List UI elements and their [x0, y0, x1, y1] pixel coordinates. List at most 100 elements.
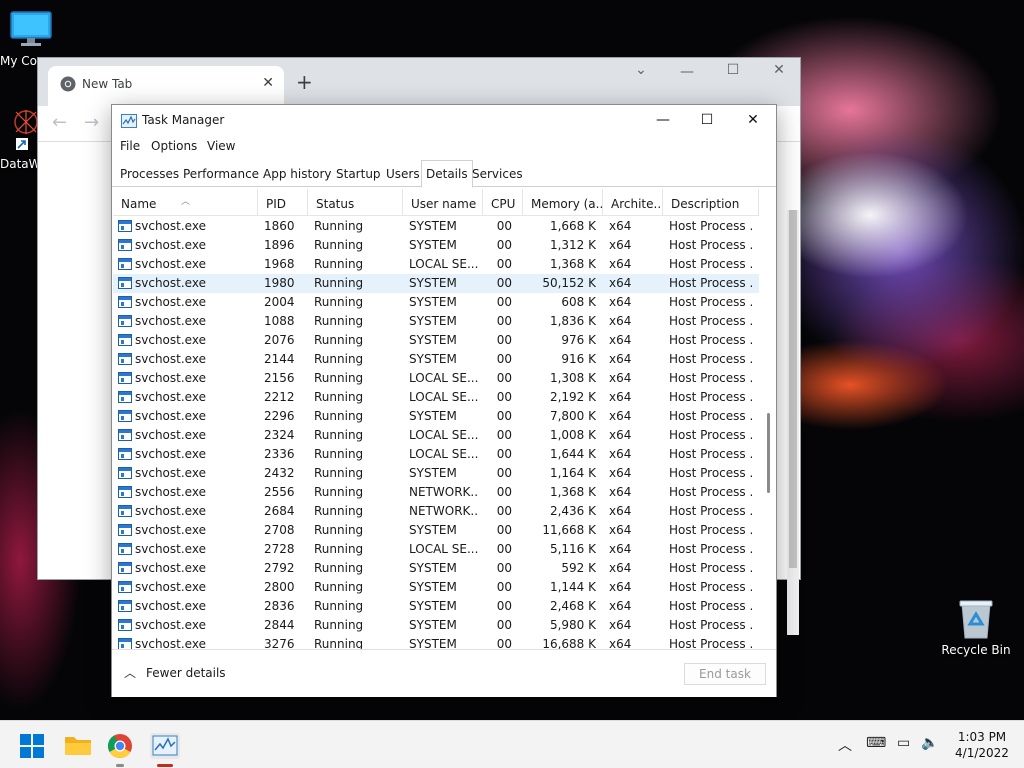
table-row[interactable]: svchost.exe 2800 Running SYSTEM 00 1,144 K x64… — [113, 578, 759, 597]
tab-details[interactable]: Details — [421, 160, 473, 188]
cell-name: svchost.exe — [135, 542, 206, 556]
fewer-details-link[interactable]: Fewer details — [146, 666, 226, 680]
task-manager-icon — [121, 114, 137, 131]
task-manager-titlebar[interactable]: Task Manager — ☐ ✕ — [112, 105, 776, 137]
table-row[interactable]: svchost.exe 2708 Running SYSTEM 00 11,668 K x6… — [113, 521, 759, 540]
menu-view[interactable]: View — [207, 139, 235, 153]
cell-cpu: 00 — [496, 238, 512, 252]
cell-pid: 2004 — [264, 295, 295, 309]
table-row[interactable]: svchost.exe 2144 Running SYSTEM 00 916 K x64 Ho… — [113, 350, 759, 369]
column-header-cpu[interactable]: CPU — [483, 189, 523, 216]
chrome-taskbar-icon[interactable] — [107, 733, 135, 761]
task-manager-taskbar-icon[interactable] — [150, 733, 180, 759]
tab-processes[interactable]: Processes — [116, 163, 183, 187]
chevron-up-icon[interactable]: ︿ — [124, 664, 136, 681]
file-explorer-icon[interactable] — [64, 733, 92, 761]
new-tab-button[interactable]: + — [296, 70, 313, 94]
menu-file[interactable]: File — [120, 139, 140, 153]
close-tab-icon[interactable]: ✕ — [262, 75, 274, 91]
keyboard-icon[interactable]: ⌨ — [866, 735, 886, 751]
cell-user-name: LOCAL SE... — [409, 447, 479, 461]
system-clock[interactable]: 1:03 PM 4/1/2022 — [948, 729, 1016, 761]
table-row[interactable]: svchost.exe 1896 Running SYSTEM 00 1,312 K x64… — [113, 236, 759, 255]
cell-cpu: 00 — [496, 447, 512, 461]
minimize-button[interactable]: — — [640, 105, 686, 135]
table-row[interactable]: svchost.exe 2296 Running SYSTEM 00 7,800 K x64… — [113, 407, 759, 426]
desktop-icon-datawarrior[interactable]: DataW — [0, 108, 41, 171]
table-row[interactable]: svchost.exe 1860 Running SYSTEM 00 1,668 K x64… — [113, 217, 759, 236]
cell-memory: 592 K — [561, 561, 596, 575]
cell-architecture: x64 — [609, 523, 632, 537]
cell-pid: 2432 — [264, 466, 295, 480]
tab-services[interactable]: Services — [468, 163, 527, 187]
table-row[interactable]: svchost.exe 1088 Running SYSTEM 00 1,836 K x64… — [113, 312, 759, 331]
task-manager-window[interactable]: Task Manager — ☐ ✕ File Options View Pro… — [111, 104, 777, 697]
forward-arrow-icon[interactable]: → — [84, 112, 99, 133]
cell-memory: 976 K — [561, 333, 596, 347]
table-row[interactable]: svchost.exe 2844 Running SYSTEM 00 5,980 K x64… — [113, 616, 759, 635]
table-row[interactable]: svchost.exe 2004 Running SYSTEM 00 608 K x64 Ho… — [113, 293, 759, 312]
table-row[interactable]: svchost.exe 1980 Running SYSTEM 00 50,152 K x6… — [113, 274, 759, 293]
table-row[interactable]: svchost.exe 2684 Running NETWORK... 00 2,436 … — [113, 502, 759, 521]
end-task-button[interactable]: End task — [684, 663, 766, 685]
cell-status: Running — [314, 409, 364, 423]
desktop-icon-recycle-bin[interactable]: Recycle Bin — [940, 598, 1012, 657]
maximize-button[interactable]: ☐ — [710, 62, 756, 78]
tab-startup[interactable]: Startup — [332, 163, 385, 187]
clock-time: 1:03 PM — [957, 730, 1007, 744]
network-icon[interactable]: ▭ — [897, 735, 910, 751]
chrome-tab-new-tab[interactable]: New Tab ✕ — [48, 66, 284, 106]
start-windows-icon[interactable] — [19, 733, 47, 761]
table-row[interactable]: svchost.exe 2792 Running SYSTEM 00 592 K x64 Ho… — [113, 559, 759, 578]
table-row[interactable]: svchost.exe 2836 Running SYSTEM 00 2,468 K x64… — [113, 597, 759, 616]
cell-name: svchost.exe — [135, 276, 206, 290]
cell-name: svchost.exe — [135, 599, 206, 613]
maximize-button[interactable]: ☐ — [684, 105, 730, 135]
cell-description: Host Process ... — [669, 257, 753, 271]
menu-options[interactable]: Options — [151, 139, 197, 153]
chrome-scrollbar[interactable] — [787, 210, 799, 635]
cell-name: svchost.exe — [135, 390, 206, 404]
column-header-pid[interactable]: PID — [258, 189, 308, 216]
table-row[interactable]: svchost.exe 2728 Running LOCAL SE... 00 5,116… — [113, 540, 759, 559]
cell-status: Running — [314, 428, 364, 442]
scrollbar-thumb[interactable] — [789, 210, 797, 568]
cell-cpu: 00 — [496, 314, 512, 328]
column-header-memory[interactable]: Memory (a... — [523, 189, 603, 216]
table-row[interactable]: svchost.exe 2076 Running SYSTEM 00 976 K x64 Ho… — [113, 331, 759, 350]
column-header-user-name[interactable]: User name — [403, 189, 483, 216]
table-row[interactable]: svchost.exe 1968 Running LOCAL SE... 00 1,368… — [113, 255, 759, 274]
volume-icon[interactable]: 🔈 — [921, 735, 938, 751]
tab-performance[interactable]: Performance — [179, 163, 263, 187]
close-button[interactable]: ✕ — [756, 62, 802, 78]
table-row[interactable]: svchost.exe 2432 Running SYSTEM 00 1,164 K x64… — [113, 464, 759, 483]
cell-architecture: x64 — [609, 238, 632, 252]
table-row[interactable]: svchost.exe 2156 Running LOCAL SE... 00 1,308… — [113, 369, 759, 388]
tab-users[interactable]: Users — [382, 163, 424, 187]
table-row[interactable]: svchost.exe 2324 Running LOCAL SE... 00 1,008… — [113, 426, 759, 445]
tab-app-history[interactable]: App history — [259, 163, 336, 187]
column-header-architecture[interactable]: Archite... — [603, 189, 663, 216]
chrome-tab-title: New Tab — [82, 77, 133, 91]
tab-search-icon[interactable]: ⌄ — [618, 62, 664, 78]
task-manager-footer: ︿ Fewer details End task — [112, 649, 776, 697]
close-button[interactable]: ✕ — [730, 105, 776, 135]
cell-description: Host Process ... — [669, 599, 753, 613]
column-header-name[interactable]: ︿ Name — [113, 189, 258, 216]
cell-description: Host Process ... — [669, 219, 753, 233]
minimize-button[interactable]: — — [664, 64, 710, 80]
process-icon — [118, 505, 132, 517]
table-row[interactable]: svchost.exe 2556 Running NETWORK... 00 1,368 … — [113, 483, 759, 502]
scrollbar-thumb[interactable] — [767, 413, 770, 493]
table-row[interactable]: svchost.exe 3276 Running SYSTEM 00 16,688 K x6… — [113, 635, 759, 649]
chevron-up-icon[interactable]: ︿ — [838, 735, 852, 755]
cell-user-name: LOCAL SE... — [409, 390, 479, 404]
table-row[interactable]: svchost.exe 2212 Running LOCAL SE... 00 2,192… — [113, 388, 759, 407]
table-row[interactable]: svchost.exe 2336 Running LOCAL SE... 00 1,644… — [113, 445, 759, 464]
cell-status: Running — [314, 295, 364, 309]
column-header-description[interactable]: Description — [663, 189, 759, 216]
cell-user-name: LOCAL SE... — [409, 257, 479, 271]
back-arrow-icon[interactable]: ← — [52, 112, 67, 133]
table-scrollbar[interactable] — [762, 189, 776, 649]
column-header-status[interactable]: Status — [308, 189, 403, 216]
